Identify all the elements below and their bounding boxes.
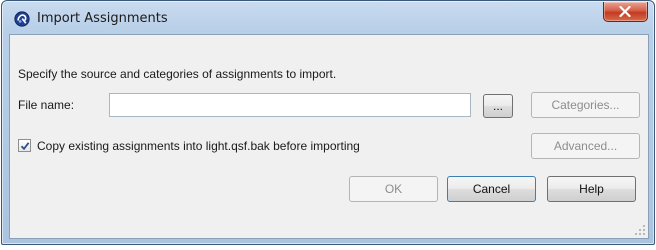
categories-button[interactable]: Categories... [531,92,640,118]
copy-existing-label[interactable]: Copy existing assignments into light.qsf… [37,139,360,153]
copy-existing-checkbox[interactable] [18,139,31,152]
browse-button[interactable]: ... [483,94,513,118]
quartus-logo-icon [14,11,30,27]
close-button[interactable] [603,2,648,22]
instructions-text: Specify the source and categories of ass… [18,67,337,81]
help-button[interactable]: Help [547,176,636,202]
dialog-window: Import Assignments Specify the source an… [1,0,655,245]
cancel-button[interactable]: Cancel [447,176,536,202]
close-icon [619,6,631,17]
title-bar[interactable]: Import Assignments [2,1,654,34]
advanced-button[interactable]: Advanced... [531,133,640,159]
ok-button[interactable]: OK [349,176,438,202]
checkmark-icon [20,142,30,151]
window-title: Import Assignments [37,11,168,26]
file-name-label: File name: [18,98,75,112]
file-name-input[interactable] [109,93,471,117]
dialog-body: Specify the source and categories of ass… [9,34,649,239]
resize-grip-icon[interactable] [634,224,646,236]
